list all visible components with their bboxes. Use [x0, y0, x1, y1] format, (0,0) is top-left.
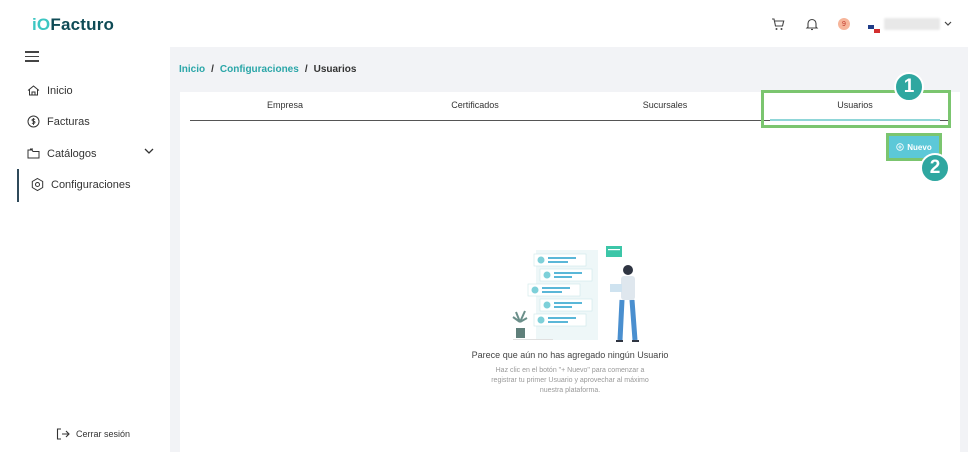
logout-label: Cerrar sesión — [76, 429, 131, 439]
sidebar-item-inicio[interactable]: Inicio — [26, 83, 73, 98]
logo-prefix: iO — [32, 15, 51, 34]
chevron-down-icon[interactable] — [144, 148, 154, 155]
step-badge-2: 2 — [920, 153, 950, 183]
sidebar-item-label: Facturas — [47, 115, 90, 128]
new-button-label: Nuevo — [907, 142, 932, 152]
sidebar-item-facturas[interactable]: Facturas — [26, 114, 90, 129]
breadcrumb-usuarios: Usuarios — [313, 64, 357, 75]
settings-icon — [31, 177, 44, 192]
main-content: Inicio / Configuraciones / Usuarios Empr… — [170, 47, 968, 452]
bell-icon[interactable] — [804, 16, 820, 32]
flag-icon — [868, 20, 880, 33]
chevron-down-icon — [944, 21, 952, 26]
breadcrumb-separator: / — [211, 64, 214, 75]
empty-state-description: Haz clic en el botón "+ Nuevo" para come… — [491, 367, 649, 394]
breadcrumb: Inicio / Configuraciones / Usuarios — [179, 64, 356, 75]
logout-button[interactable]: Cerrar sesión — [56, 428, 130, 440]
highlight-box-tab — [761, 90, 951, 128]
sidebar-item-label: Configuraciones — [51, 178, 131, 191]
sidebar: Inicio Facturas Catálogos Configuracione… — [0, 47, 170, 452]
sidebar-item-catalogos[interactable]: Catálogos — [26, 146, 97, 161]
tab-sucursales[interactable]: Sucursales — [570, 92, 760, 120]
tab-certificados[interactable]: Certificados — [380, 92, 570, 120]
breadcrumb-configuraciones[interactable]: Configuraciones — [220, 64, 299, 75]
sidebar-item-label: Catálogos — [47, 147, 97, 160]
cart-icon[interactable] — [770, 16, 786, 32]
tab-empresa[interactable]: Empresa — [190, 92, 380, 120]
app-logo[interactable]: iOFacturo — [32, 15, 114, 35]
logout-icon — [56, 428, 70, 440]
step-badge-1: 1 — [894, 72, 924, 102]
user-menu[interactable] — [868, 18, 952, 33]
empty-state-illustration — [512, 246, 639, 342]
content-card: Empresa Certificados Sucursales Usuarios… — [180, 72, 960, 452]
home-icon — [27, 85, 40, 96]
menu-toggle-icon[interactable] — [25, 51, 39, 65]
dollar-icon — [27, 115, 40, 128]
sidebar-item-configuraciones[interactable]: Configuraciones — [30, 177, 131, 192]
sidebar-item-label: Inicio — [47, 84, 73, 97]
notification-badge[interactable]: 9 — [838, 18, 850, 30]
logo-name: Facturo — [50, 15, 115, 34]
top-bar: iOFacturo 9 — [0, 0, 968, 47]
plus-circle-icon — [896, 143, 904, 151]
empty-state-title: Parece que aún no has agregado ningún Us… — [471, 350, 669, 360]
user-name-blurred — [884, 18, 940, 30]
breadcrumb-inicio[interactable]: Inicio — [179, 64, 205, 75]
active-indicator — [17, 169, 19, 202]
folder-icon — [27, 148, 40, 159]
breadcrumb-separator: / — [304, 64, 308, 75]
top-icons: 9 — [770, 16, 952, 33]
